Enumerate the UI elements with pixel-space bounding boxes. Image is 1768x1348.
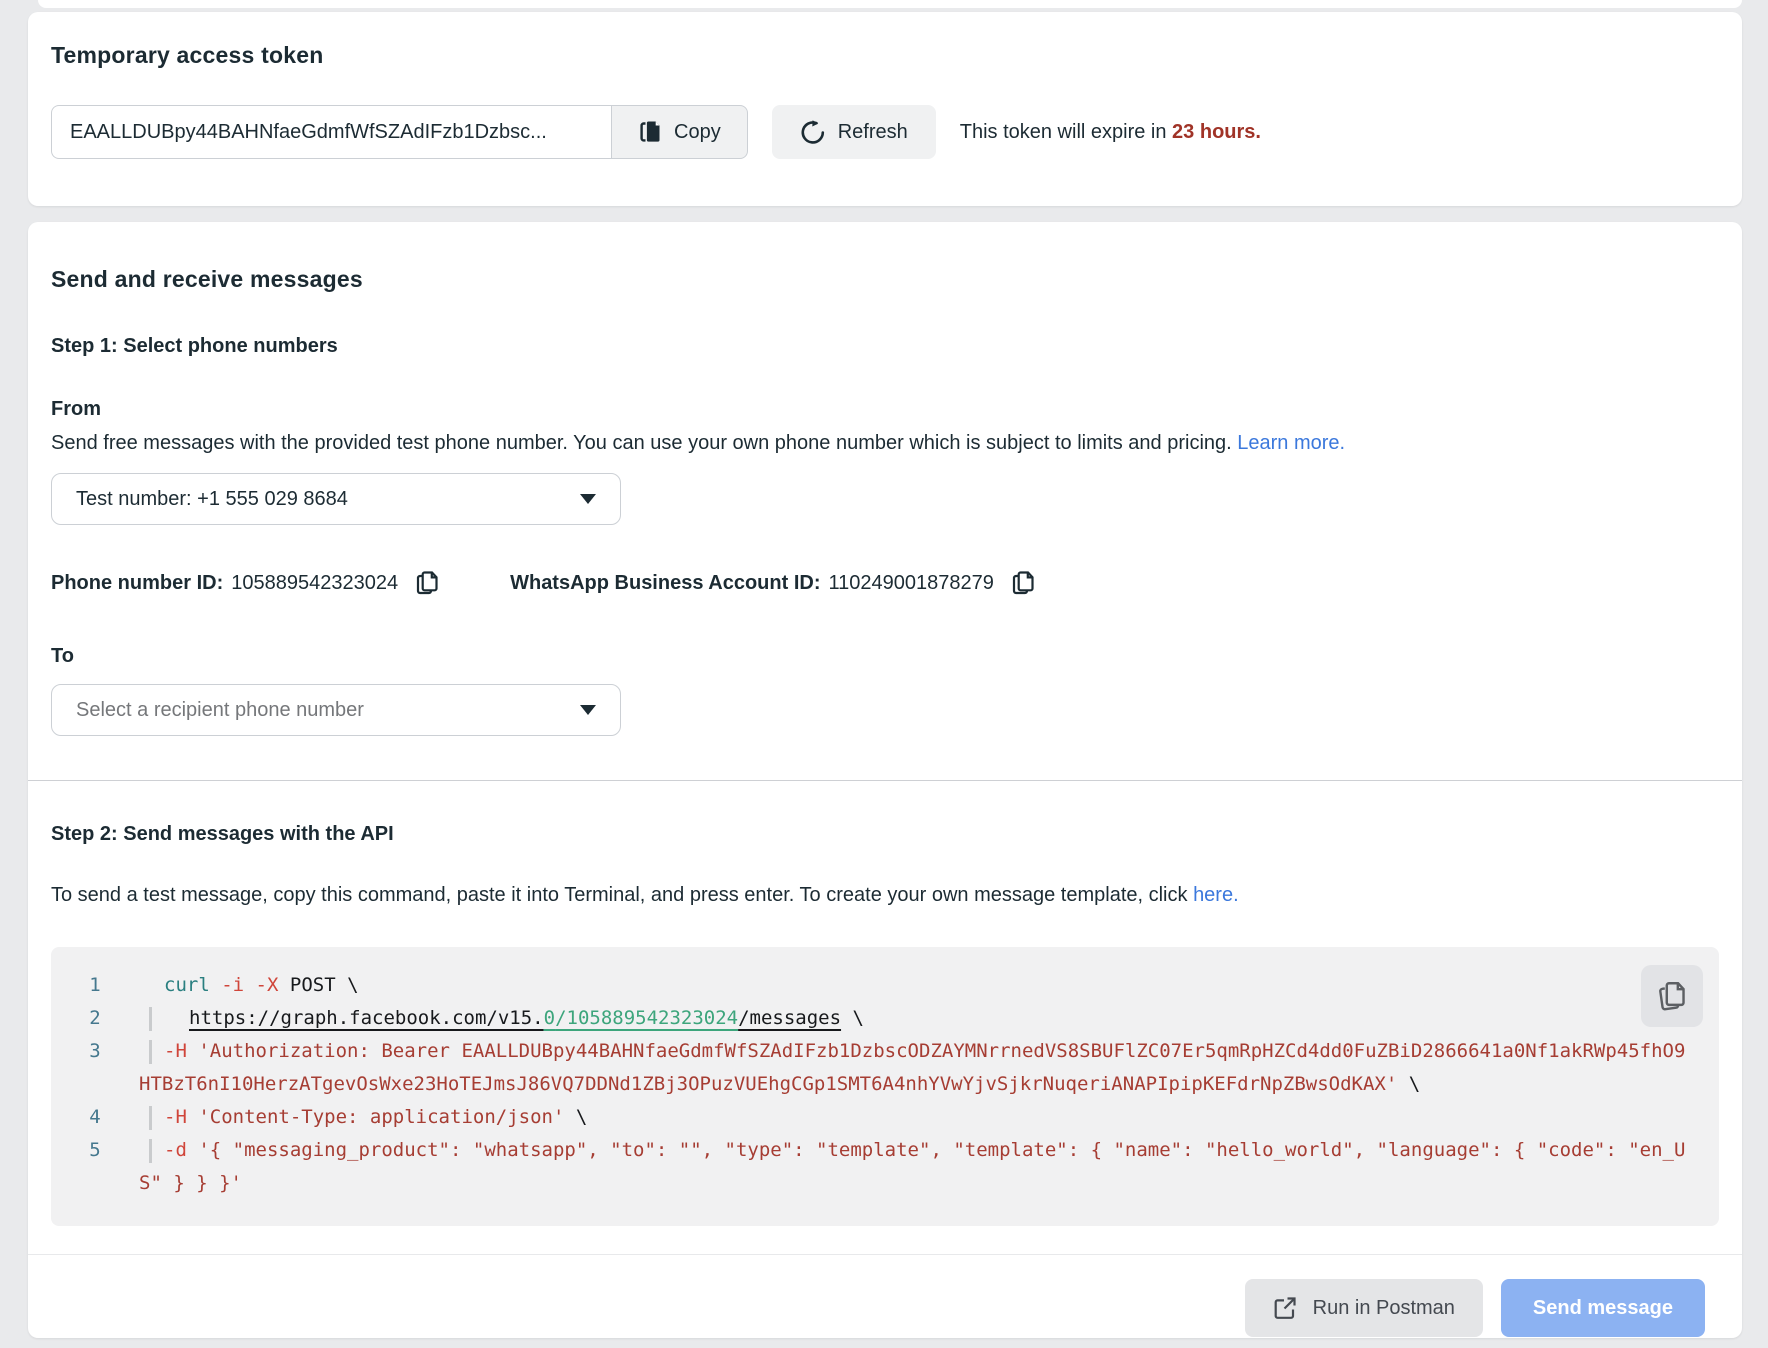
curl-code-block: 1curl -i -X POST \2https://graph.faceboo…: [51, 947, 1719, 1226]
copy-waba-id-button[interactable]: [1010, 569, 1036, 597]
to-number-placeholder: Select a recipient phone number: [76, 699, 580, 722]
send-button-label: Send message: [1533, 1297, 1673, 1320]
from-number-select[interactable]: Test number: +1 555 029 8684: [51, 473, 621, 525]
temporary-access-token-card: Temporary access token Copy Refresh: [28, 12, 1742, 206]
copy-icon: [1656, 979, 1688, 1013]
send-receive-messages-card: Send and receive messages Step 1: Select…: [28, 222, 1742, 1338]
code-line-number: 4: [51, 1101, 139, 1134]
code-line: 5-d '{ "messaging_product": "whatsapp", …: [51, 1134, 1693, 1200]
copy-icon: [414, 569, 440, 597]
copy-code-button[interactable]: [1641, 965, 1703, 1027]
step2-help-text: To send a test message, copy this comman…: [51, 884, 1719, 907]
code-line-text: https://graph.facebook.com/v15.0/1058895…: [139, 1002, 1693, 1035]
code-line-number: 2: [51, 1002, 139, 1035]
step2-help-body: To send a test message, copy this comman…: [51, 884, 1193, 906]
token-expiry-text: This token will expire in 23 hours.: [960, 121, 1261, 144]
actions-footer: Run in Postman Send message: [28, 1254, 1742, 1337]
refresh-token-button[interactable]: Refresh: [772, 105, 936, 159]
waba-id-value: 110249001878279: [828, 572, 993, 595]
here-link[interactable]: here.: [1193, 884, 1239, 906]
code-line-text: -H 'Authorization: Bearer EAALLDUBpy44BA…: [139, 1035, 1693, 1101]
messages-card-title: Send and receive messages: [51, 266, 1719, 293]
token-row: Copy Refresh This token will expire in 2…: [51, 105, 1712, 159]
copy-icon: [1010, 569, 1036, 597]
copy-phone-id-button[interactable]: [414, 569, 440, 597]
code-line: 4-H 'Content-Type: application/json' \: [51, 1101, 1693, 1134]
code-line-number: 1: [51, 969, 139, 1002]
copy-token-button[interactable]: Copy: [611, 105, 748, 159]
to-number-select[interactable]: Select a recipient phone number: [51, 684, 621, 736]
account-ids-row: Phone number ID: 105889542323024 WhatsAp…: [51, 569, 1719, 597]
code-line-text: -d '{ "messaging_product": "whatsapp", "…: [139, 1134, 1693, 1200]
to-label: To: [51, 645, 1719, 668]
from-number-selected-value: Test number: +1 555 029 8684: [76, 488, 580, 511]
phone-number-id-label: Phone number ID:: [51, 572, 223, 595]
waba-id-group: WhatsApp Business Account ID: 1102490018…: [510, 569, 1036, 597]
token-card-title: Temporary access token: [51, 42, 1712, 69]
code-line: 2https://graph.facebook.com/v15.0/105889…: [51, 1002, 1693, 1035]
code-lines: 1curl -i -X POST \2https://graph.faceboo…: [51, 969, 1693, 1200]
step1-heading: Step 1: Select phone numbers: [51, 335, 1719, 358]
access-token-input[interactable]: [51, 105, 611, 159]
waba-id-label: WhatsApp Business Account ID:: [510, 572, 820, 595]
postman-button-label: Run in Postman: [1313, 1297, 1455, 1320]
expiry-value: 23 hours.: [1172, 121, 1261, 143]
from-label: From: [51, 398, 1719, 421]
previous-card-edge: [38, 0, 1742, 8]
copy-button-label: Copy: [674, 121, 721, 144]
section-divider: [28, 780, 1742, 781]
code-line: 1curl -i -X POST \: [51, 969, 1693, 1002]
send-message-button[interactable]: Send message: [1501, 1279, 1705, 1337]
code-line: 3-H 'Authorization: Bearer EAALLDUBpy44B…: [51, 1035, 1693, 1101]
code-line-number: 3: [51, 1035, 139, 1101]
copy-icon: [638, 119, 662, 145]
chevron-down-icon: [580, 494, 596, 504]
from-help-body: Send free messages with the provided tes…: [51, 432, 1237, 454]
from-help-text: Send free messages with the provided tes…: [51, 429, 1719, 457]
run-in-postman-button[interactable]: Run in Postman: [1245, 1279, 1483, 1337]
phone-number-id-group: Phone number ID: 105889542323024: [51, 569, 440, 597]
expiry-prefix: This token will expire in: [960, 121, 1172, 143]
phone-number-id-value: 105889542323024: [231, 572, 398, 595]
chevron-down-icon: [580, 705, 596, 715]
code-line-number: 5: [51, 1134, 139, 1200]
refresh-icon: [800, 119, 826, 145]
code-line-text: -H 'Content-Type: application/json' \: [139, 1101, 1693, 1134]
external-link-icon: [1273, 1296, 1297, 1320]
step2-heading: Step 2: Send messages with the API: [51, 823, 1719, 846]
code-line-text: curl -i -X POST \: [139, 969, 1693, 1002]
learn-more-link[interactable]: Learn more.: [1237, 432, 1345, 454]
refresh-button-label: Refresh: [838, 121, 908, 144]
